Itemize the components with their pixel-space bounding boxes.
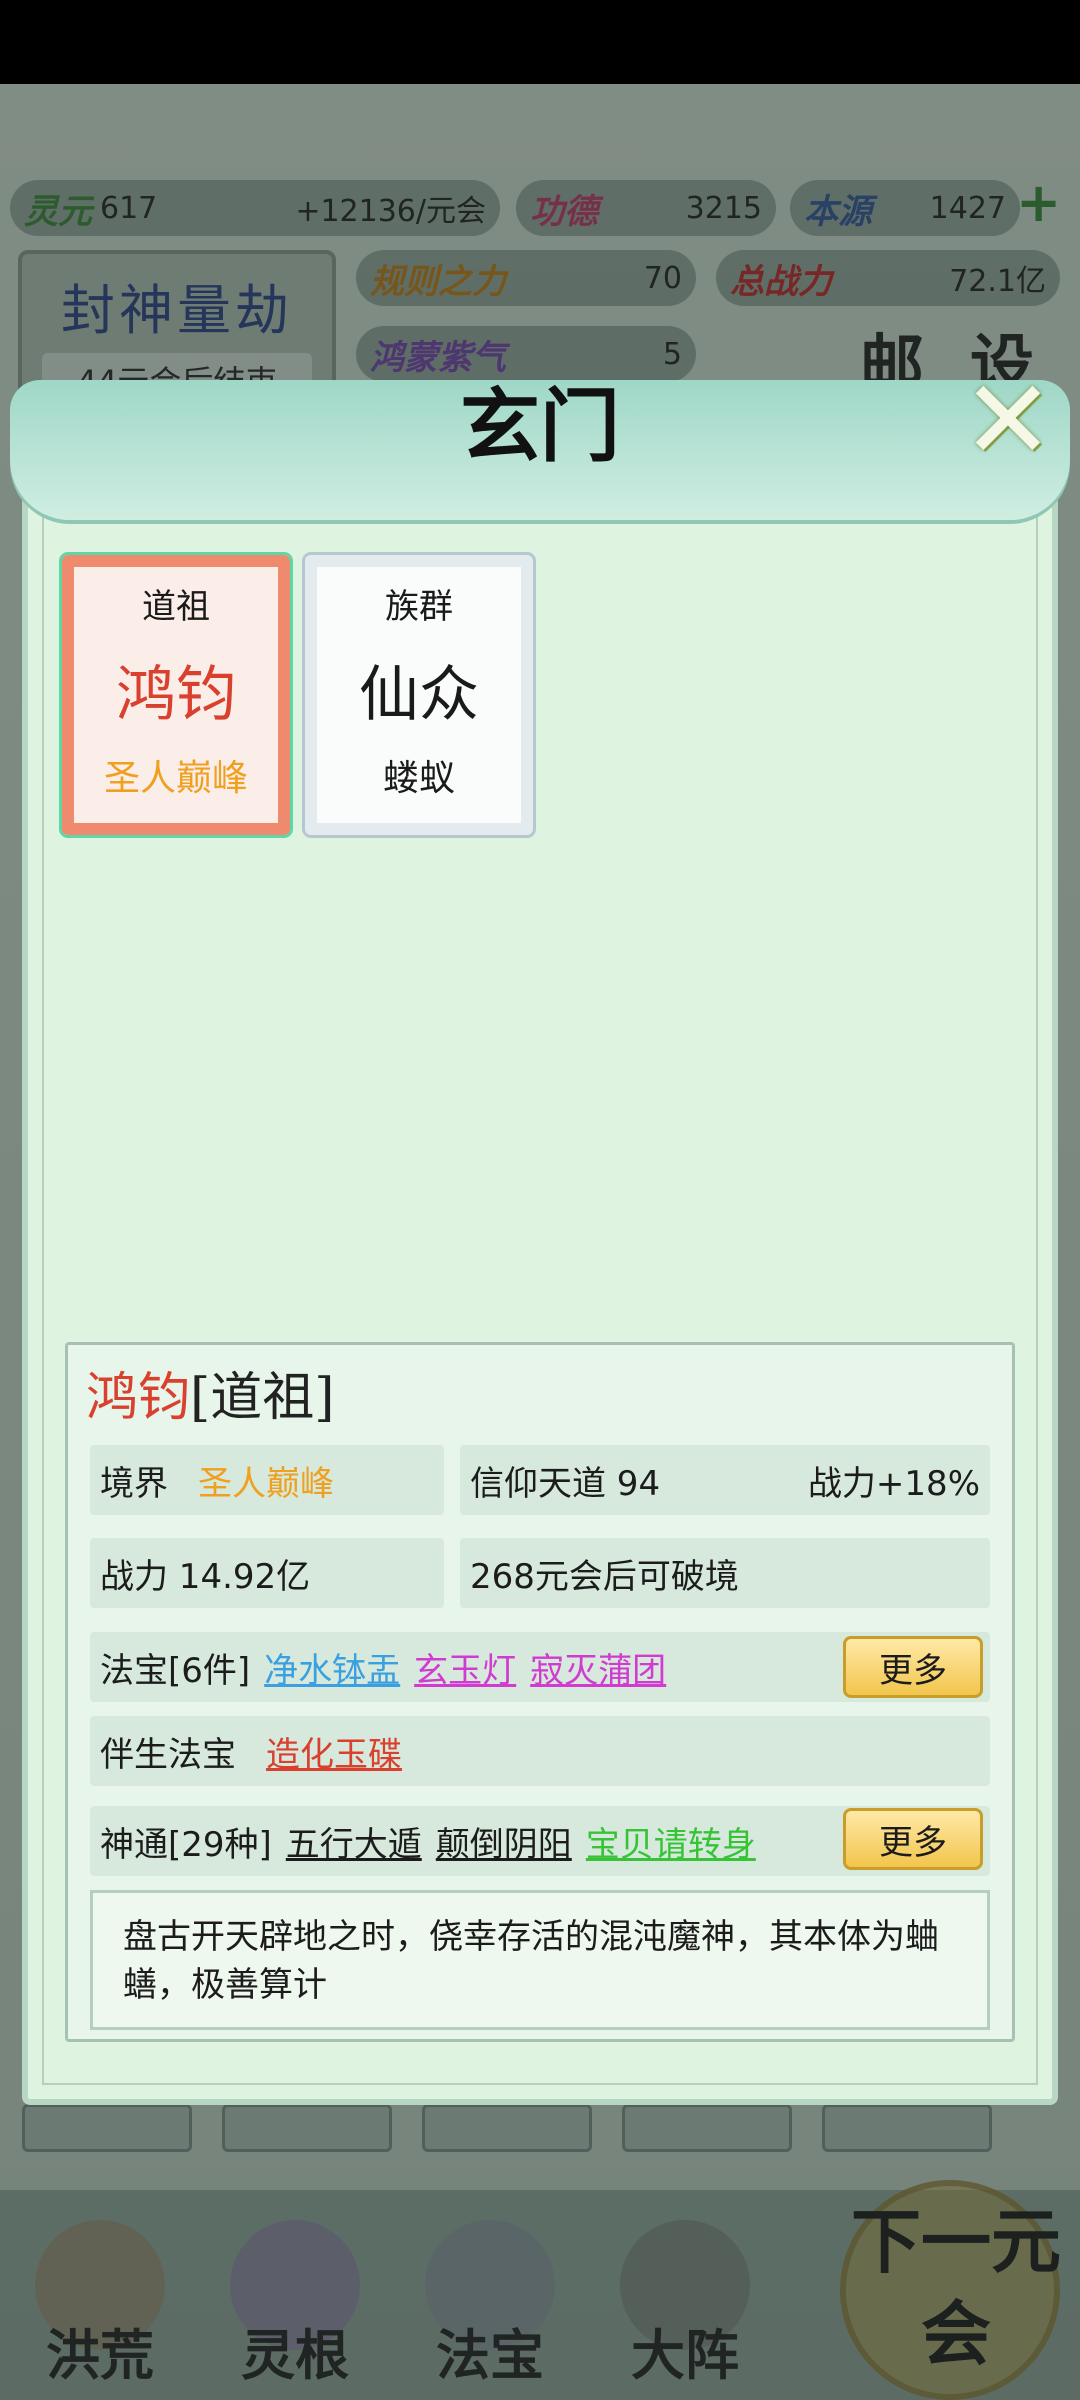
breakthrough-cell: 268元会后可破境 bbox=[460, 1538, 990, 1608]
detail-role: [道祖] bbox=[190, 1368, 335, 1428]
realm-label: 境界 bbox=[100, 1463, 168, 1504]
card-name: 仙众 bbox=[359, 660, 479, 730]
skill-link[interactable]: 宝贝请转身 bbox=[586, 1817, 756, 1866]
companion-row: 伴生法宝 造化玉碟 bbox=[90, 1716, 990, 1786]
description-box: 盘古开天辟地之时，侥幸存活的混沌魔神，其本体为蛐蟮，极善算计 bbox=[90, 1890, 990, 2030]
power-bonus: 战力+18% bbox=[807, 1463, 980, 1504]
close-icon[interactable]: ✕ bbox=[958, 356, 1058, 484]
detail-title: 鸿钧[道祖] bbox=[86, 1355, 335, 1430]
card-title: 道祖 bbox=[142, 587, 210, 627]
card-name: 鸿钧 bbox=[116, 660, 236, 730]
character-card-xianzhong[interactable]: 族群 仙众 蝼蚁 bbox=[302, 552, 536, 838]
companion-label: 伴生法宝 bbox=[100, 1734, 236, 1775]
treasure-link[interactable]: 寂灭蒲团 bbox=[530, 1643, 666, 1692]
treasure-label: 法宝[6件] bbox=[100, 1650, 251, 1691]
faith-value: 信仰天道 94 bbox=[470, 1463, 661, 1504]
skill-link[interactable]: 五行大遁 bbox=[286, 1817, 422, 1866]
card-rank: 蝼蚁 bbox=[382, 758, 455, 799]
skills-label: 神通[29种] bbox=[100, 1824, 272, 1865]
status-bar bbox=[0, 0, 1080, 84]
skills-more-button[interactable]: 更多 bbox=[843, 1808, 983, 1870]
breakthrough-text: 268元会后可破境 bbox=[470, 1556, 739, 1597]
skill-link[interactable]: 颠倒阴阳 bbox=[436, 1817, 572, 1866]
character-card-hongjun[interactable]: 道祖 鸿钧 圣人巅峰 bbox=[59, 552, 293, 838]
treasure-link[interactable]: 玄玉灯 bbox=[414, 1643, 516, 1692]
realm-value: 圣人巅峰 bbox=[198, 1463, 334, 1504]
realm-cell: 境界 圣人巅峰 bbox=[90, 1445, 444, 1515]
treasure-more-button[interactable]: 更多 bbox=[843, 1636, 983, 1698]
power-value: 战力 14.92亿 bbox=[100, 1556, 311, 1597]
card-title: 族群 bbox=[385, 587, 453, 627]
treasure-link[interactable]: 净水钵盂 bbox=[264, 1643, 400, 1692]
companion-link[interactable]: 造化玉碟 bbox=[266, 1727, 402, 1776]
detail-name: 鸿钧 bbox=[86, 1368, 191, 1428]
power-cell: 战力 14.92亿 bbox=[90, 1538, 444, 1608]
dialog-title: 玄门 bbox=[460, 379, 620, 473]
card-rank: 圣人巅峰 bbox=[103, 758, 248, 799]
faith-cell: 信仰天道 94 战力+18% bbox=[460, 1445, 990, 1515]
